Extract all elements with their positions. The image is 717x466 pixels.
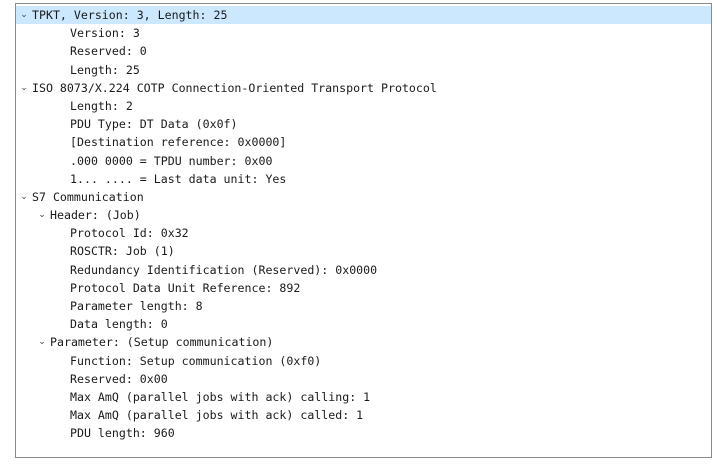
tree-leaf[interactable]: Length: 2	[16, 97, 711, 115]
tree-node-label: S7 Communication	[32, 189, 144, 204]
tree-leaf[interactable]: Redundancy Identification (Reserved): 0x…	[16, 261, 711, 279]
field-text: Data length: 0	[70, 317, 168, 332]
field-text: Redundancy Identification (Reserved): 0x…	[70, 262, 378, 277]
tree-leaf[interactable]: Length: 25	[16, 61, 711, 79]
field-text: ROSCTR: Job (1)	[70, 244, 175, 259]
field-text: Protocol Id: 0x32	[70, 226, 189, 241]
tree-leaf[interactable]: Version: 3	[16, 24, 711, 42]
tree-node-s7-parameter[interactable]: ⌄ Parameter: (Setup communication)	[16, 333, 711, 351]
tree-leaf[interactable]: Reserved: 0	[16, 42, 711, 60]
field-text: Protocol Data Unit Reference: 892	[70, 280, 301, 295]
field-text: PDU length: 960	[70, 426, 175, 441]
tree-node-cotp[interactable]: ⌄ ISO 8073/X.224 COTP Connection-Oriente…	[16, 79, 711, 97]
field-text: Max AmQ (parallel jobs with ack) calling…	[70, 389, 371, 404]
tree-leaf[interactable]: PDU Type: DT Data (0x0f)	[16, 115, 711, 133]
tree-leaf[interactable]: Data length: 0	[16, 315, 711, 333]
packet-details-tree: ⌄ TPKT, Version: 3, Length: 25 Version: …	[16, 6, 711, 443]
tree-leaf[interactable]: Max AmQ (parallel jobs with ack) called:…	[16, 406, 711, 424]
tree-leaf[interactable]: Reserved: 0x00	[16, 370, 711, 388]
tree-leaf[interactable]: Protocol Id: 0x32	[16, 224, 711, 242]
field-text: Max AmQ (parallel jobs with ack) called:…	[70, 408, 364, 423]
field-text: Reserved: 0	[70, 44, 147, 59]
tree-node-label: TPKT, Version: 3, Length: 25	[32, 8, 228, 22]
tree-node-label: Header: (Job)	[50, 208, 141, 223]
chevron-down-icon[interactable]: ⌄	[36, 333, 48, 351]
field-text: Length: 25	[70, 62, 140, 77]
field-text: Version: 3	[70, 26, 140, 41]
field-text: .000 0000 = TPDU number: 0x00	[70, 153, 273, 168]
chevron-down-icon[interactable]: ⌄	[36, 206, 48, 224]
packet-details-pane: ⌄ TPKT, Version: 3, Length: 25 Version: …	[15, 3, 712, 458]
tree-leaf[interactable]: Max AmQ (parallel jobs with ack) calling…	[16, 388, 711, 406]
tree-node-label: Parameter: (Setup communication)	[50, 335, 274, 350]
tree-leaf[interactable]: .000 0000 = TPDU number: 0x00	[16, 152, 711, 170]
tree-node-s7[interactable]: ⌄ S7 Communication	[16, 188, 711, 206]
chevron-down-icon[interactable]: ⌄	[18, 188, 30, 206]
chevron-down-icon[interactable]: ⌄	[18, 6, 30, 24]
chevron-down-icon[interactable]: ⌄	[18, 79, 30, 97]
field-text: Length: 2	[70, 98, 133, 113]
tree-leaf[interactable]: Protocol Data Unit Reference: 892	[16, 279, 711, 297]
tree-leaf[interactable]: PDU length: 960	[16, 424, 711, 442]
field-text: Parameter length: 8	[70, 299, 203, 313]
field-text: 1... .... = Last data unit: Yes	[70, 171, 287, 186]
field-text: PDU Type: DT Data (0x0f)	[70, 117, 238, 132]
tree-leaf[interactable]: Function: Setup communication (0xf0)	[16, 352, 711, 370]
field-text: [Destination reference: 0x0000]	[70, 135, 287, 150]
tree-leaf[interactable]: ROSCTR: Job (1)	[16, 242, 711, 260]
tree-leaf[interactable]: 1... .... = Last data unit: Yes	[16, 170, 711, 188]
tree-node-label: ISO 8073/X.224 COTP Connection-Oriented …	[32, 80, 437, 95]
tree-leaf[interactable]: Parameter length: 8	[16, 297, 711, 315]
tree-node-s7-header[interactable]: ⌄ Header: (Job)	[16, 206, 711, 224]
field-text: Function: Setup communication (0xf0)	[70, 353, 322, 368]
tree-leaf[interactable]: [Destination reference: 0x0000]	[16, 133, 711, 151]
field-text: Reserved: 0x00	[70, 371, 168, 386]
tree-node-tpkt[interactable]: ⌄ TPKT, Version: 3, Length: 25	[16, 6, 711, 25]
